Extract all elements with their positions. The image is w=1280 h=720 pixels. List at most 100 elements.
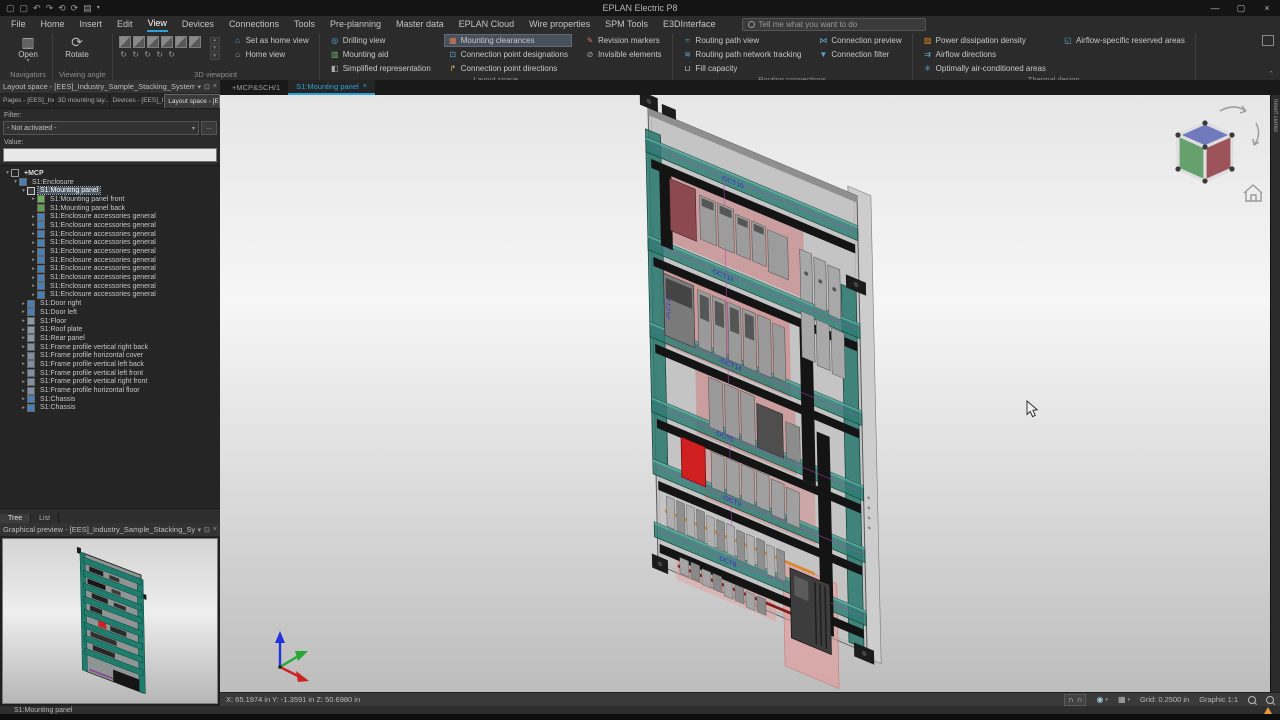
tree-item[interactable]: ▸S1:Frame profile vertical right back bbox=[0, 343, 220, 352]
tree-item[interactable]: ▸S1:Enclosure accessories general bbox=[0, 212, 220, 221]
tree-item[interactable]: ▸S1:Enclosure accessories general bbox=[0, 282, 220, 291]
expander-icon[interactable]: ▸ bbox=[30, 292, 37, 298]
tree-item[interactable]: ▸S1:Frame profile horizontal cover bbox=[0, 351, 220, 360]
preview-image[interactable] bbox=[2, 538, 218, 704]
expander-icon[interactable]: ▾ bbox=[12, 179, 19, 185]
tab-layout-space[interactable]: Layout space - [E... bbox=[164, 94, 220, 108]
object-snap-icon[interactable]: ∩ bbox=[1077, 695, 1083, 705]
menu-insert[interactable]: Insert bbox=[79, 18, 104, 31]
revision-markers-button[interactable]: ✎ Revision markers bbox=[581, 34, 666, 47]
graphic-scale[interactable]: Graphic 1:1 bbox=[1199, 695, 1238, 704]
connection-preview-button[interactable]: ⋈ Connection preview bbox=[814, 34, 905, 47]
expander-icon[interactable]: ▾ bbox=[4, 170, 11, 176]
menu-devices[interactable]: Devices bbox=[181, 18, 215, 31]
expander-icon[interactable]: ▸ bbox=[20, 361, 27, 367]
rotate-button[interactable]: ⟳ Rotate bbox=[59, 34, 95, 59]
tree-item[interactable]: ▸S1:Door left bbox=[0, 308, 220, 317]
tree-item[interactable]: ▸S1:Enclosure accessories general bbox=[0, 221, 220, 230]
maximize-button[interactable]: ▢ bbox=[1228, 0, 1254, 16]
tree-item[interactable]: ▸S1:Frame profile horizontal floor bbox=[0, 386, 220, 395]
expander-icon[interactable]: ▸ bbox=[30, 283, 37, 289]
tree-item[interactable]: ▸S1:Enclosure accessories general bbox=[0, 256, 220, 265]
menu-view[interactable]: View bbox=[147, 17, 168, 32]
ribbon-collapse-icon[interactable]: ⌃ bbox=[1268, 70, 1274, 78]
set-as-home-view-button[interactable]: ⌂ Set as home view bbox=[229, 34, 313, 47]
minimize-button[interactable]: — bbox=[1202, 0, 1228, 16]
home-view-button[interactable]: ⌂ Home view bbox=[229, 48, 313, 61]
tree-item[interactable]: ▸S1:Frame profile vertical left front bbox=[0, 369, 220, 378]
filter-dropdown[interactable]: - Not activated - ▾ bbox=[3, 121, 199, 135]
tree-item-selected[interactable]: ▾S1:Mounting panel bbox=[0, 186, 220, 195]
tree-item[interactable]: ▸S1:Rear panel bbox=[0, 334, 220, 343]
airflow-directions-button[interactable]: ⇉ Airflow directions bbox=[919, 48, 1050, 61]
connection-point-designations-button[interactable]: ⊡ Connection point designations bbox=[444, 48, 572, 61]
tab-3d-mounting-layout[interactable]: 3D mounting lay... bbox=[55, 94, 110, 108]
grid-control[interactable]: ▦▾ bbox=[1118, 695, 1130, 704]
tree-item[interactable]: ▸S1:Enclosure accessories general bbox=[0, 291, 220, 300]
menu-edit[interactable]: Edit bbox=[116, 18, 134, 31]
mounting-aid-button[interactable]: ▥ Mounting aid bbox=[326, 48, 435, 61]
expander-icon[interactable]: ▸ bbox=[30, 222, 37, 228]
tree-item[interactable]: ▸S1:Enclosure accessories general bbox=[0, 265, 220, 274]
panel-pin-icon[interactable]: ⊡ bbox=[204, 526, 210, 534]
undo-list-icon[interactable]: ⟲ bbox=[58, 0, 66, 16]
undo-icon[interactable]: ↶ bbox=[33, 0, 41, 16]
optimally-air-conditioned-areas-button[interactable]: ✳ Optimally air-conditioned areas bbox=[919, 62, 1050, 75]
tree-item[interactable]: ▸S1:Door right bbox=[0, 299, 220, 308]
tree-item[interactable]: S1:Mounting panel back bbox=[0, 204, 220, 213]
panel-close-icon[interactable]: × bbox=[213, 83, 217, 90]
expander-icon[interactable]: ▸ bbox=[30, 240, 37, 246]
mounting-clearances-button[interactable]: ▦ Mounting clearances bbox=[444, 34, 572, 47]
connection-filter-button[interactable]: ▼ Connection filter bbox=[814, 48, 905, 61]
ribbon-options-icon[interactable] bbox=[1262, 35, 1274, 46]
zoom-out-icon[interactable] bbox=[1266, 696, 1274, 704]
filter-more-button[interactable]: ... bbox=[201, 121, 217, 135]
tab-devices[interactable]: Devices - [EES]_In... bbox=[110, 94, 165, 108]
menu-home[interactable]: Home bbox=[40, 18, 66, 31]
expander-icon[interactable]: ▸ bbox=[20, 353, 27, 359]
tree-item[interactable]: ▸S1:Mounting panel front bbox=[0, 195, 220, 204]
expander-icon[interactable]: ▸ bbox=[20, 301, 27, 307]
layer-control[interactable]: ◉▾ bbox=[1096, 695, 1108, 704]
tab-tree[interactable]: Tree bbox=[0, 514, 31, 523]
airflow-specific-reserved-areas-button[interactable]: ◱ Airflow-specific reserved areas bbox=[1059, 34, 1189, 47]
panel-dropdown-icon[interactable]: ▾ bbox=[198, 526, 202, 534]
open-navigator-button[interactable]: ▥ Open ▾ bbox=[10, 34, 46, 64]
menu-connections[interactable]: Connections bbox=[228, 18, 280, 31]
spin-up-icon[interactable]: ▴ bbox=[210, 37, 220, 44]
expander-icon[interactable]: ▸ bbox=[20, 379, 27, 385]
doc-tab-mcp-sch[interactable]: +MCP&SCH/1 bbox=[224, 80, 288, 95]
doc-tab-mounting-panel[interactable]: S1:Mounting panel × bbox=[288, 80, 375, 95]
fill-capacity-button[interactable]: ⊔ Fill capacity bbox=[679, 62, 806, 75]
panel-close-icon[interactable]: × bbox=[213, 526, 217, 533]
tree-item[interactable]: ▸S1:Chassis bbox=[0, 395, 220, 404]
menu-wire-properties[interactable]: Wire properties bbox=[528, 18, 591, 31]
expander-icon[interactable]: ▸ bbox=[20, 396, 27, 402]
viewpoint-cube-icon[interactable] bbox=[119, 36, 131, 48]
routing-path-view-button[interactable]: ≈ Routing path view bbox=[679, 34, 806, 47]
redo-list-icon[interactable]: ⟳ bbox=[71, 0, 79, 16]
expander-icon[interactable]: ▸ bbox=[20, 388, 27, 394]
customize-toolbar-icon[interactable]: ▤ bbox=[83, 0, 92, 16]
redo-icon[interactable]: ↷ bbox=[46, 0, 54, 16]
value-input[interactable] bbox=[3, 148, 217, 162]
expander-icon[interactable]: ▸ bbox=[20, 318, 27, 324]
menu-pre-planning[interactable]: Pre-planning bbox=[329, 18, 382, 31]
expander-icon[interactable]: ▸ bbox=[30, 257, 37, 263]
tab-list[interactable]: List bbox=[31, 514, 59, 523]
new-page-icon[interactable]: ▢ bbox=[6, 0, 15, 16]
tree-item[interactable]: ▸S1:Frame profile vertical right front bbox=[0, 378, 220, 387]
viewpoint-cube-icon[interactable] bbox=[161, 36, 173, 48]
menu-e3dinterface[interactable]: E3DInterface bbox=[662, 18, 717, 31]
tree-item[interactable]: ▸S1:Enclosure accessories general bbox=[0, 247, 220, 256]
warning-icon[interactable] bbox=[1264, 707, 1272, 714]
menu-spm-tools[interactable]: SPM Tools bbox=[604, 18, 649, 31]
rotate-view-icon[interactable]: ↻ bbox=[167, 50, 177, 60]
routing-path-network-tracking-button[interactable]: ≋ Routing path network tracking bbox=[679, 48, 806, 61]
drilling-view-button[interactable]: ◎ Drilling view bbox=[326, 34, 435, 47]
3d-viewport[interactable]: -DCT10 -DCT12 -DCT14 -DCT5 -DCT9 -DCT8 -… bbox=[220, 95, 1280, 692]
expander-icon[interactable]: ▸ bbox=[30, 266, 37, 272]
tree-item[interactable]: ▸S1:Roof plate bbox=[0, 325, 220, 334]
tab-pages[interactable]: Pages - [EES]_Ind... bbox=[0, 94, 55, 108]
menu-eplan-cloud[interactable]: EPLAN Cloud bbox=[458, 18, 516, 31]
